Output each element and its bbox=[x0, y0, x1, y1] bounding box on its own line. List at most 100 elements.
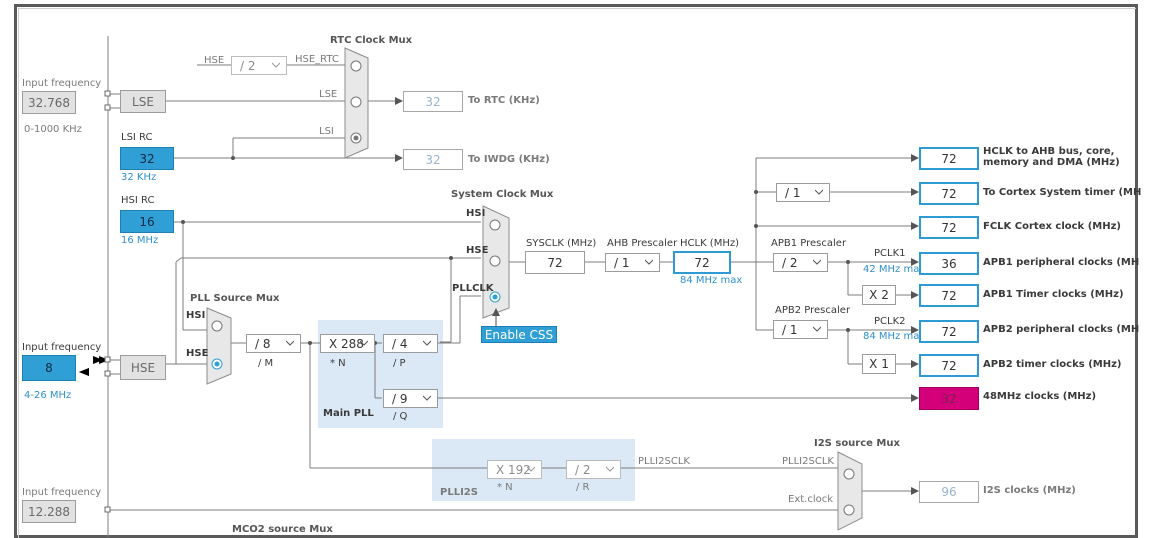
chevron-down-icon bbox=[272, 62, 280, 68]
apb2-prescaler-dropdown[interactable]: / 1 bbox=[773, 320, 828, 339]
hse-rtc-label: HSE_RTC bbox=[295, 54, 339, 65]
chevron-down-icon bbox=[813, 326, 821, 332]
plli2sr-divider-value: / 2 bbox=[575, 462, 591, 477]
pllm-divider-dropdown[interactable]: / 8 bbox=[246, 334, 301, 353]
lse-input-frequency-field[interactable]: 32.768 bbox=[22, 91, 76, 114]
apb2-prescaler-label: APB2 Prescaler bbox=[775, 305, 851, 316]
hclk-max-label: 84 MHz max bbox=[680, 275, 743, 286]
plln-multiplier-dropdown[interactable]: X 288 bbox=[320, 334, 375, 353]
chevron-down-icon bbox=[423, 395, 431, 401]
lsi-rc-label: LSI RC bbox=[121, 132, 153, 143]
hse-input-frequency-label: Input frequency bbox=[22, 342, 102, 353]
main-pll-title: Main PLL bbox=[323, 408, 374, 419]
i2s-mux-ext-clock-label: Ext.clock bbox=[788, 494, 834, 505]
apb2-prescaler-value: / 1 bbox=[782, 322, 798, 337]
pllq-label: / Q bbox=[393, 411, 408, 422]
plli2sn-label: * N bbox=[497, 482, 513, 493]
hclk-field[interactable]: 72 bbox=[673, 251, 731, 274]
pclk1-label: PCLK1 bbox=[874, 248, 906, 259]
lse-range-label: 0-1000 KHz bbox=[24, 124, 82, 135]
apb1-peripheral-output-label: APB1 peripheral clocks (MH bbox=[983, 257, 1140, 268]
apb1-peripheral-output-field[interactable]: 36 bbox=[919, 252, 979, 275]
iwdg-output-value: 32 bbox=[403, 149, 463, 170]
rtc-lsi-label: LSI bbox=[319, 126, 334, 137]
plli2sr-label: / R bbox=[576, 482, 590, 493]
mco2-source-mux-title: MCO2 source Mux bbox=[232, 524, 333, 535]
enable-css-button[interactable]: Enable CSS bbox=[481, 326, 557, 343]
iwdg-output-label: To IWDG (KHz) bbox=[468, 154, 550, 165]
ahb-prescaler-label: AHB Prescaler bbox=[607, 238, 678, 249]
cortex-timer-output-field[interactable]: 72 bbox=[919, 182, 979, 205]
hse-rtc-divider-value: / 2 bbox=[240, 58, 256, 73]
i2s-output-label: I2S clocks (MHz) bbox=[983, 485, 1076, 496]
chevron-down-icon bbox=[645, 259, 653, 265]
i2s-source-mux-title: I2S source Mux bbox=[814, 438, 900, 449]
pllm-label: / M bbox=[258, 358, 274, 369]
plli2sr-divider-dropdown[interactable]: / 2 bbox=[566, 460, 621, 479]
apb2-peripheral-output-label: APB2 peripheral clocks (MH bbox=[983, 324, 1140, 335]
chevron-down-icon bbox=[527, 466, 535, 472]
cortex-timer-output-label: To Cortex System timer (MH bbox=[983, 187, 1142, 198]
lse-input-frequency-label: Input frequency bbox=[22, 78, 102, 89]
rtc-mux-title: RTC Clock Mux bbox=[330, 35, 413, 46]
hclk-ahb-output-field[interactable]: 72 bbox=[919, 147, 979, 170]
fclk-output-field[interactable]: 72 bbox=[919, 216, 979, 239]
pllq-divider-value: / 9 bbox=[392, 391, 408, 406]
apb2-max-label: 84 MHz max bbox=[863, 331, 926, 342]
hclk-ahb-output-label-line2: memory and DMA (MHz) bbox=[983, 157, 1120, 168]
fclk-output-label: FCLK Cortex clock (MHz) bbox=[983, 221, 1121, 232]
pll-src-hsi-label: HSI bbox=[186, 310, 206, 321]
pll-source-mux-title: PLL Source Mux bbox=[190, 293, 280, 304]
plli2sn-multiplier-value: X 192 bbox=[496, 462, 531, 477]
apb2-timer-output-field[interactable]: 72 bbox=[919, 354, 979, 377]
lsi-rc-value: 32 bbox=[120, 147, 174, 170]
48mhz-output-field[interactable]: 32 bbox=[919, 387, 979, 410]
apb1-timer-multiplier: X 2 bbox=[862, 285, 896, 305]
rtc-output-value: 32 bbox=[403, 91, 463, 112]
lsi-rc-sub: 32 KHz bbox=[121, 172, 157, 183]
chevron-down-icon bbox=[286, 340, 294, 346]
sys-mux-hsi-label: HSI bbox=[466, 208, 486, 219]
48mhz-output-label: 48MHz clocks (MHz) bbox=[983, 391, 1097, 402]
pll-src-hse-label: HSE bbox=[186, 348, 209, 359]
clock-configuration-canvas: RTC Clock Mux HSE / 2 HSE_RTC LSE LSI 32… bbox=[0, 0, 1159, 538]
cortex-timer-divider-dropdown[interactable]: / 1 bbox=[776, 183, 830, 202]
plln-label: * N bbox=[330, 358, 346, 369]
cortex-timer-divider-value: / 1 bbox=[785, 185, 801, 200]
i2s-mux-plli2sclk-label: PLLI2SCLK bbox=[782, 456, 834, 467]
pllp-divider-dropdown[interactable]: / 4 bbox=[383, 334, 438, 353]
apb1-timer-output-label: APB1 Timer clocks (MHz) bbox=[983, 289, 1124, 300]
chevron-down-icon bbox=[606, 466, 614, 472]
i2s-input-frequency-field[interactable]: 12.288 bbox=[22, 500, 76, 523]
sys-mux-hse-label: HSE bbox=[466, 245, 489, 256]
sys-mux-pllclk-label: PLLCLK bbox=[452, 283, 494, 294]
sysclk-label: SYSCLK (MHz) bbox=[526, 238, 597, 249]
plli2s-title: PLLI2S bbox=[440, 487, 478, 498]
hse-block[interactable]: HSE bbox=[120, 355, 166, 380]
hse-input-frequency-field[interactable]: 8 bbox=[22, 355, 76, 381]
chevron-down-icon bbox=[813, 259, 821, 265]
hsi-rc-sub: 16 MHz bbox=[121, 235, 159, 246]
plln-multiplier-value: X 288 bbox=[329, 336, 364, 351]
sysclk-value: 72 bbox=[525, 251, 585, 274]
hse-range-label: 4-26 MHz bbox=[24, 390, 72, 401]
apb1-prescaler-dropdown[interactable]: / 2 bbox=[773, 253, 828, 272]
ahb-prescaler-dropdown[interactable]: / 1 bbox=[605, 253, 660, 272]
apb2-peripheral-output-field[interactable]: 72 bbox=[919, 320, 979, 343]
plli2sclk-label: PLLI2SCLK bbox=[638, 456, 690, 467]
apb2-timer-multiplier: X 1 bbox=[862, 354, 896, 374]
pllq-divider-dropdown[interactable]: / 9 bbox=[383, 389, 438, 408]
chevron-down-icon bbox=[360, 340, 368, 346]
hse-rtc-divider[interactable]: / 2 bbox=[231, 56, 287, 75]
apb1-timer-output-field[interactable]: 72 bbox=[919, 284, 979, 307]
plli2sn-multiplier-dropdown[interactable]: X 192 bbox=[487, 460, 542, 479]
pllm-divider-value: / 8 bbox=[255, 336, 271, 351]
rtc-output-label: To RTC (KHz) bbox=[468, 95, 540, 106]
hsi-rc-label: HSI RC bbox=[121, 195, 155, 206]
rtc-lse-label: LSE bbox=[319, 89, 338, 100]
apb2-timer-output-label: APB2 timer clocks (MHz) bbox=[983, 359, 1122, 370]
chevron-down-icon bbox=[815, 189, 823, 195]
lse-block[interactable]: LSE bbox=[120, 90, 166, 113]
i2s-output-value: 96 bbox=[919, 481, 979, 503]
ahb-prescaler-value: / 1 bbox=[614, 255, 630, 270]
